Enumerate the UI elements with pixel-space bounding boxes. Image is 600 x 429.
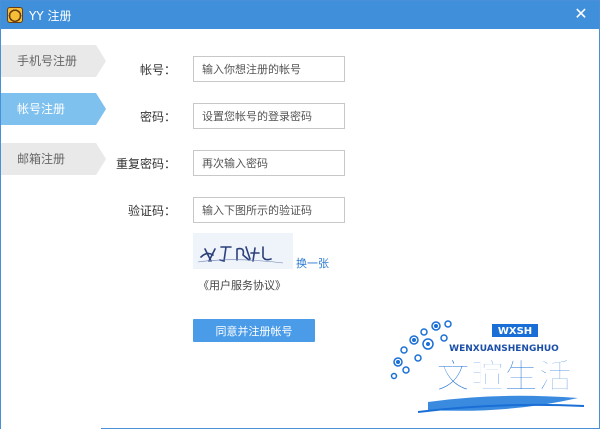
tab-email-register[interactable]: 邮箱注册: [1, 143, 106, 175]
captcha-image[interactable]: [193, 233, 293, 269]
captcha-row: 验证码：: [100, 197, 400, 223]
sidebar: 手机号注册 帐号注册 邮箱注册: [1, 29, 106, 429]
account-row: 帐号：: [100, 56, 400, 82]
yy-app-icon: [7, 7, 23, 23]
captcha-input[interactable]: [193, 197, 345, 223]
watermark-logo: WXSH WENXUANSHENGHUO 文暄生活: [388, 318, 588, 418]
tab-account-register[interactable]: 帐号注册: [1, 93, 106, 125]
watermark-monogram: WXSH: [498, 326, 532, 337]
confirm-password-input[interactable]: [193, 150, 345, 176]
captcha-label: 验证码：: [127, 204, 176, 218]
user-agreement-link[interactable]: 《用户服务协议》: [198, 277, 286, 293]
close-icon[interactable]: ✕: [571, 4, 591, 24]
tab-phone-register[interactable]: 手机号注册: [1, 45, 106, 77]
captcha-refresh-link[interactable]: 换一张: [296, 255, 329, 271]
account-label: 帐号：: [139, 63, 176, 77]
password-label: 密码：: [139, 110, 176, 124]
window-title: YY 注册: [29, 9, 72, 23]
confirm-password-label: 重复密码：: [115, 157, 176, 171]
password-input[interactable]: [193, 103, 345, 129]
title-bar: YY 注册 ✕: [1, 1, 599, 29]
watermark-pinyin: WENXUANSHENGHUO: [449, 344, 559, 354]
confirm-password-row: 重复密码：: [100, 150, 400, 176]
password-row: 密码：: [100, 103, 400, 129]
account-input[interactable]: [193, 56, 345, 82]
watermark-brand: 文暄生活: [436, 357, 572, 397]
agree-register-button[interactable]: 同意并注册帐号: [193, 319, 315, 342]
